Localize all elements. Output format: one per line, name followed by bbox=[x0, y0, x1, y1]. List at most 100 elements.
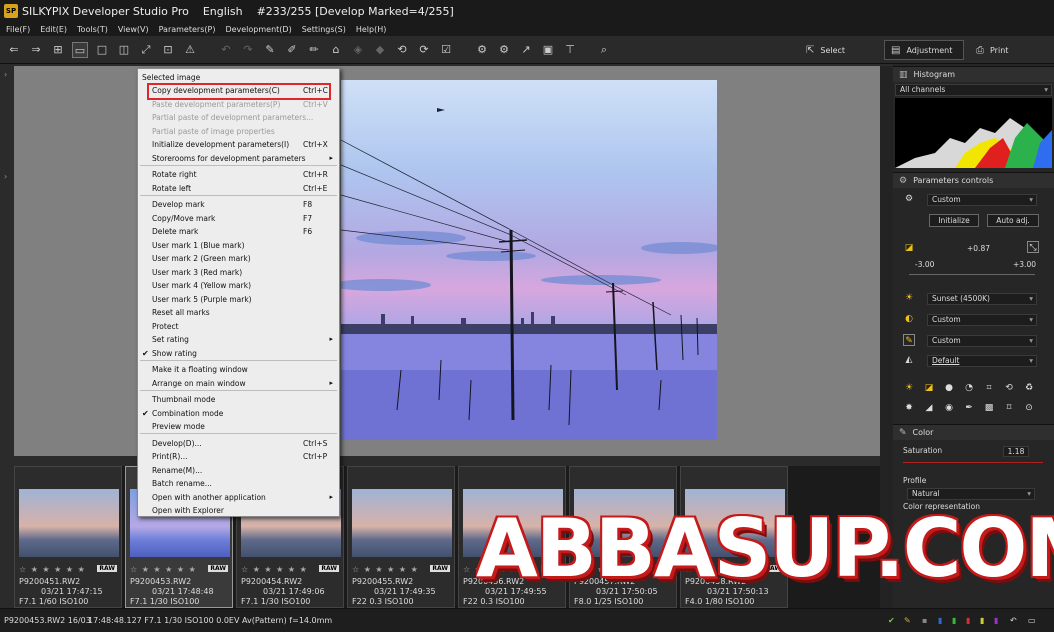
select-button[interactable]: ⇱ Select bbox=[800, 40, 851, 60]
saturation-value[interactable]: 1.18 bbox=[1003, 446, 1029, 457]
slideshow-icon[interactable]: ▣ bbox=[540, 42, 556, 58]
exposure-icon[interactable]: ◪ bbox=[903, 242, 915, 254]
context-menu-item[interactable]: Rename(M)... bbox=[138, 464, 339, 477]
grid-view-icon[interactable]: ⊞ bbox=[50, 42, 66, 58]
share-icon[interactable]: ↗ bbox=[518, 42, 534, 58]
fullscreen-icon[interactable]: ⤢ bbox=[138, 42, 154, 58]
status-undo-icon[interactable]: ↶ bbox=[1010, 616, 1017, 625]
preset-select[interactable]: Custom bbox=[927, 194, 1037, 206]
context-menu-item[interactable]: Storerooms for development parameters ▸ bbox=[138, 152, 339, 165]
sharpness-select[interactable]: Custom bbox=[927, 335, 1037, 347]
green-mark-icon[interactable]: ▮ bbox=[952, 616, 956, 625]
status-trash-icon[interactable]: ▭ bbox=[1028, 616, 1036, 625]
context-menu-item[interactable]: Protect bbox=[138, 320, 339, 333]
blue-mark-icon[interactable]: ▮ bbox=[938, 616, 942, 625]
fit-view-icon[interactable]: ⊡ bbox=[160, 42, 176, 58]
rotate-icon[interactable]: ⟲ bbox=[1003, 382, 1015, 394]
parameters-header[interactable]: ⚙ Parameters controls bbox=[893, 172, 1054, 188]
histogram-channel-select[interactable]: All channels bbox=[895, 84, 1052, 96]
noise-icon[interactable]: ✸ bbox=[903, 402, 915, 414]
context-menu-item[interactable]: Set rating ▸ bbox=[138, 333, 339, 346]
sharpness-icon[interactable]: ✎ bbox=[903, 334, 915, 346]
single-view-icon[interactable]: □ bbox=[94, 42, 110, 58]
histogram-header[interactable]: ▥ Histogram bbox=[893, 66, 1054, 82]
context-menu-item[interactable]: User mark 4 (Yellow mark) bbox=[138, 279, 339, 292]
recycle-icon[interactable]: ♻ bbox=[1023, 382, 1035, 394]
thumbnail-item[interactable]: ☆ ★ ★ ★ ★ ★ RAW P9200451.RW2 03/21 17:47… bbox=[14, 466, 122, 608]
yellow-mark-icon[interactable]: ▮ bbox=[980, 616, 984, 625]
layers-icon[interactable]: ◈ bbox=[350, 42, 366, 58]
context-menu-item[interactable]: Open with another application ▸ bbox=[138, 491, 339, 504]
context-menu-item[interactable]: User mark 1 (Blue mark) bbox=[138, 239, 339, 252]
rating-stars[interactable]: ☆ ★ ★ ★ ★ ★ bbox=[19, 565, 86, 574]
stack-icon[interactable]: ◆ bbox=[372, 42, 388, 58]
trim-icon[interactable]: ⌑ bbox=[1003, 402, 1015, 414]
context-menu-item[interactable]: Initialize development parameters(I) Ctrl… bbox=[138, 138, 339, 151]
context-menu-item[interactable]: Open with Explorer bbox=[138, 504, 339, 517]
exposure-slider[interactable] bbox=[909, 274, 1035, 275]
menu-tools[interactable]: Tools(T) bbox=[77, 25, 108, 34]
purple-mark-icon[interactable]: ▮ bbox=[994, 616, 998, 625]
saturation-slider[interactable] bbox=[903, 462, 1043, 463]
print-button[interactable]: ⎙ Print bbox=[970, 40, 1014, 60]
storeroom-icon[interactable]: ⌂ bbox=[328, 42, 344, 58]
develop-icon[interactable]: ⚙ bbox=[474, 42, 490, 58]
partial-paste-icon[interactable]: ✏ bbox=[306, 42, 322, 58]
context-menu-item[interactable]: ✔ Combination mode bbox=[138, 407, 339, 420]
mask-icon[interactable]: ▩ bbox=[983, 402, 995, 414]
brightness-icon[interactable]: ☀ bbox=[903, 382, 915, 394]
status-pen-icon[interactable]: ✎ bbox=[904, 616, 911, 625]
initialize-button[interactable]: Initialize bbox=[929, 214, 979, 227]
menu-file[interactable]: File(F) bbox=[6, 25, 30, 34]
white-balance-select[interactable]: Sunset (4500K) bbox=[927, 293, 1037, 305]
exposure-value[interactable]: +0.87 bbox=[967, 244, 990, 253]
white-balance-icon[interactable]: ☀ bbox=[903, 292, 915, 304]
checkmark-icon[interactable]: ☑ bbox=[438, 42, 454, 58]
tone-icon[interactable]: ◐ bbox=[903, 313, 915, 325]
brush-icon[interactable]: ✒ bbox=[963, 402, 975, 414]
context-menu-item[interactable]: Rotate left Ctrl+E bbox=[138, 182, 339, 195]
color-header[interactable]: ✎ Color bbox=[893, 424, 1054, 440]
adjustment-button[interactable]: ▤ Adjustment bbox=[884, 40, 964, 60]
context-menu-item[interactable]: Make it a floating window bbox=[138, 363, 339, 376]
export-icon[interactable]: ⇒ bbox=[28, 42, 44, 58]
tone-select[interactable]: Custom bbox=[927, 314, 1037, 326]
rating-stars[interactable]: ☆ ★ ★ ★ ★ ★ bbox=[130, 565, 197, 574]
context-menu-item[interactable]: Batch rename... bbox=[138, 477, 339, 490]
auto-adjust-button[interactable]: Auto adj. bbox=[987, 214, 1039, 227]
context-menu-item[interactable]: Develop(D)... Ctrl+S bbox=[138, 437, 339, 450]
thumbnail-item[interactable]: ☆ ★ ★ ★ ★ ★ RAW P9200455.RW2 03/21 17:49… bbox=[347, 466, 455, 608]
highlight-icon[interactable]: ◢ bbox=[923, 402, 935, 414]
redo-icon[interactable]: ↷ bbox=[240, 42, 256, 58]
tool-icon[interactable]: ⊤ bbox=[562, 42, 578, 58]
rotate-left-icon[interactable]: ⟲ bbox=[394, 42, 410, 58]
undo-icon[interactable]: ↶ bbox=[218, 42, 234, 58]
context-menu-item[interactable]: Copy/Move mark F7 bbox=[138, 212, 339, 225]
batch-develop-icon[interactable]: ⚙ bbox=[496, 42, 512, 58]
context-menu-item[interactable]: Preview mode bbox=[138, 420, 339, 433]
context-menu-item[interactable]: User mark 3 (Red mark) bbox=[138, 266, 339, 279]
saturation-icon[interactable]: ● bbox=[943, 382, 955, 394]
gear-icon[interactable]: ⚙ bbox=[903, 193, 915, 205]
red-mark-icon[interactable]: ▮ bbox=[966, 616, 970, 625]
menu-edit[interactable]: Edit(E) bbox=[40, 25, 67, 34]
menu-view[interactable]: View(V) bbox=[118, 25, 149, 34]
menu-help[interactable]: Help(H) bbox=[356, 25, 387, 34]
menu-parameters[interactable]: Parameters(P) bbox=[159, 25, 216, 34]
style-icon[interactable]: ◭ bbox=[903, 354, 915, 366]
rotate-right-icon[interactable]: ⟳ bbox=[416, 42, 432, 58]
rating-stars[interactable]: ☆ ★ ★ ★ ★ ★ bbox=[241, 565, 308, 574]
contrast-icon[interactable]: ◪ bbox=[923, 382, 935, 394]
context-menu-item[interactable]: Develop mark F8 bbox=[138, 198, 339, 211]
expand-left-top-icon[interactable]: › bbox=[4, 70, 7, 79]
context-menu-item[interactable]: User mark 2 (Green mark) bbox=[138, 252, 339, 265]
compare-view-icon[interactable]: ◫ bbox=[116, 42, 132, 58]
context-menu-item[interactable]: Rotate right Ctrl+R bbox=[138, 168, 339, 181]
default-select[interactable]: Default bbox=[927, 355, 1037, 367]
context-menu-item[interactable]: ✔ Show rating bbox=[138, 347, 339, 360]
status-mark-icon[interactable]: ▪ bbox=[922, 616, 927, 625]
eye-icon[interactable]: ◉ bbox=[943, 402, 955, 414]
context-menu-item[interactable]: User mark 5 (Purple mark) bbox=[138, 293, 339, 306]
curve-icon[interactable]: ◔ bbox=[963, 382, 975, 394]
menu-development[interactable]: Development(D) bbox=[225, 25, 291, 34]
